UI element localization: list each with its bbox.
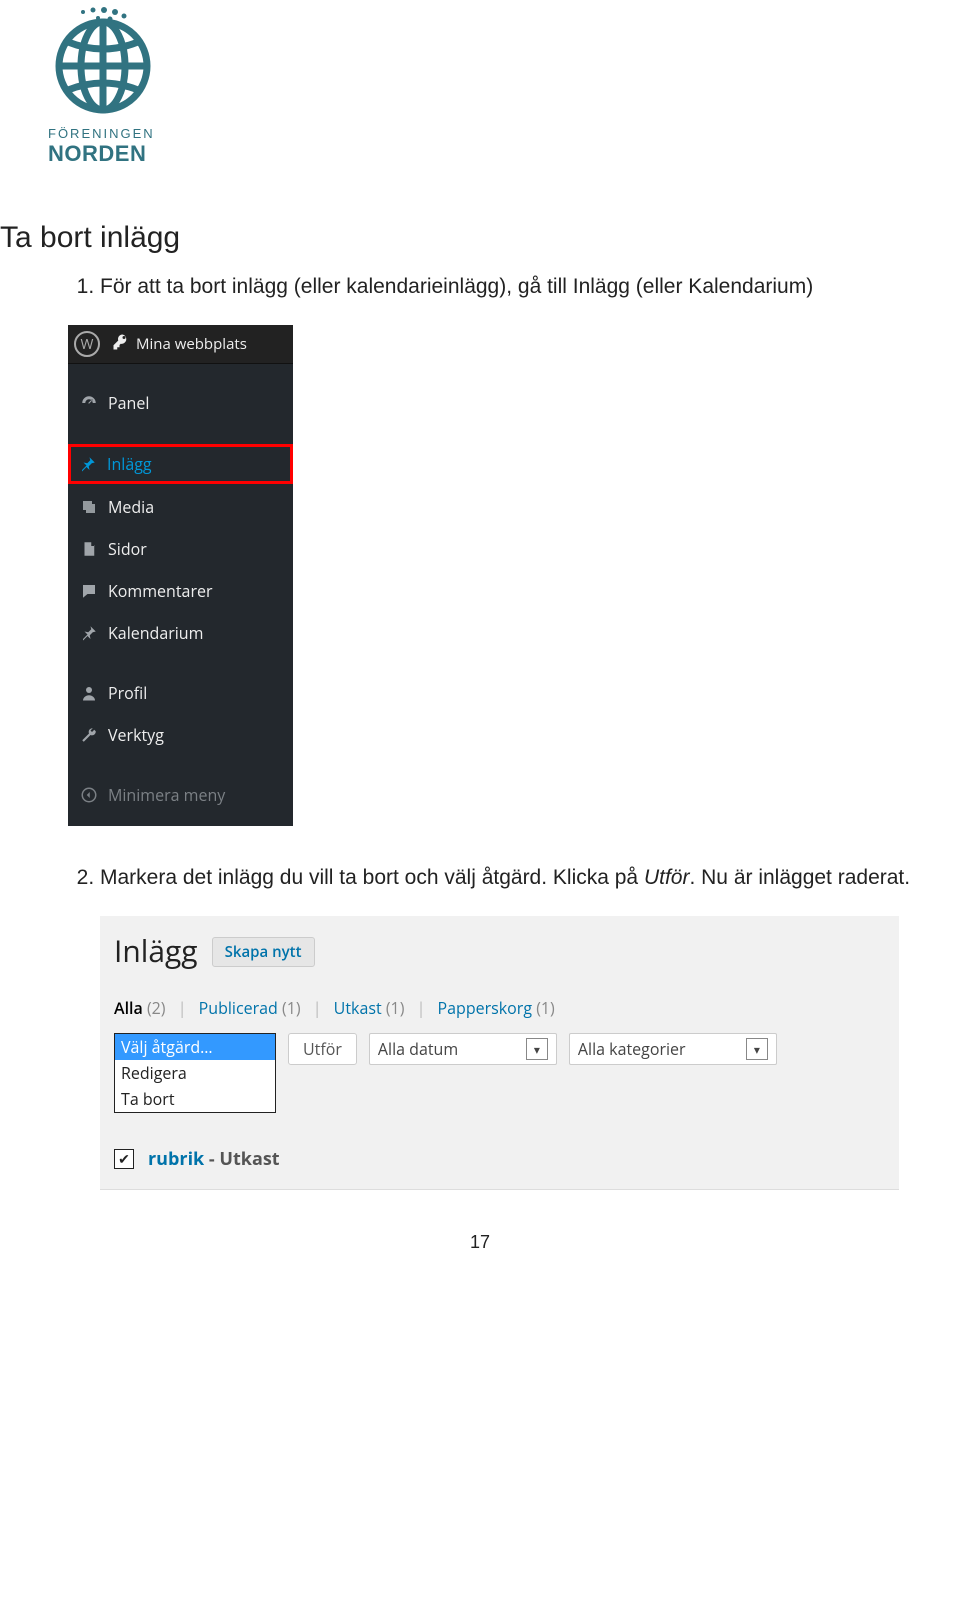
tab-papperskorg[interactable]: Papperskorg (1): [438, 997, 555, 1019]
post-name[interactable]: rubrik: [148, 1147, 204, 1171]
globe-icon: [48, 6, 158, 116]
dashboard-icon: [78, 394, 100, 412]
menu-sidor-label: Sidor: [108, 538, 147, 560]
menu-inlagg-highlighted[interactable]: Inlägg: [68, 444, 293, 484]
menu-media[interactable]: Media: [68, 486, 293, 528]
menu-verktyg[interactable]: Verktyg: [68, 714, 293, 756]
logo-text-line1: FÖRENINGEN: [48, 126, 960, 141]
key-icon: [112, 333, 130, 356]
topbar-label: Mina webbplats: [136, 334, 247, 354]
menu-panel-label: Panel: [108, 392, 149, 414]
posts-screenshot: Inlägg Skapa nytt Alla (2) | Publicerad …: [100, 916, 899, 1190]
option-ta-bort[interactable]: Ta bort: [115, 1086, 275, 1112]
menu-sidor[interactable]: Sidor: [68, 528, 293, 570]
menu-media-label: Media: [108, 496, 154, 518]
pages-icon: [78, 540, 100, 558]
posts-title: Inlägg: [114, 930, 198, 971]
chevron-down-icon: ▾: [746, 1038, 768, 1060]
wrench-icon: [78, 726, 100, 744]
bulk-action-dropdown[interactable]: Välj åtgärd… Redigera Ta bort: [114, 1033, 276, 1113]
menu-minimera[interactable]: Minimera meny: [68, 774, 293, 816]
menu-profil-label: Profil: [108, 682, 147, 704]
posts-tabs: Alla (2) | Publicerad (1) | Utkast (1) |…: [114, 997, 899, 1019]
menu-inlagg-label: Inlägg: [107, 453, 152, 475]
chevron-down-icon: ▾: [526, 1038, 548, 1060]
checkbox[interactable]: ✔: [114, 1149, 134, 1169]
menu-kalendarium-label: Kalendarium: [108, 622, 203, 644]
post-status: Utkast: [219, 1147, 279, 1171]
tab-utkast[interactable]: Utkast (1): [334, 997, 405, 1019]
comment-icon: [78, 582, 100, 600]
user-icon: [78, 684, 100, 702]
category-filter-select[interactable]: Alla kategorier ▾: [569, 1033, 777, 1065]
page-number: 17: [0, 1232, 960, 1253]
pushpin-icon: [78, 624, 100, 642]
wp-sidebar-screenshot: W Mina webbplats Panel Inlägg Media: [68, 325, 293, 826]
step-1: För att ta bort inlägg (eller kalendarie…: [100, 275, 960, 299]
new-post-button[interactable]: Skapa nytt: [212, 937, 315, 967]
tab-alla[interactable]: Alla (2): [114, 997, 166, 1019]
pushpin-icon: [77, 455, 99, 473]
logo-text-line2: NORDEN: [48, 141, 960, 167]
post-row[interactable]: ✔ rubrik - Utkast: [114, 1147, 899, 1171]
menu-profil[interactable]: Profil: [68, 672, 293, 714]
menu-panel[interactable]: Panel: [68, 382, 293, 424]
option-redigera[interactable]: Redigera: [115, 1060, 275, 1086]
menu-minimera-label: Minimera meny: [108, 784, 225, 806]
section-heading: Ta bort inlägg: [0, 221, 960, 255]
menu-verktyg-label: Verktyg: [108, 724, 164, 746]
collapse-icon: [78, 786, 100, 804]
option-valj-atgard[interactable]: Välj åtgärd…: [115, 1034, 275, 1060]
menu-kommentarer[interactable]: Kommentarer: [68, 570, 293, 612]
media-icon: [78, 498, 100, 516]
tab-publicerad[interactable]: Publicerad (1): [199, 997, 301, 1019]
logo: FÖRENINGEN NORDEN: [0, 6, 960, 167]
wordpress-icon: W: [74, 331, 100, 357]
step-2: Markera det inlägg du vill ta bort och v…: [100, 866, 960, 890]
apply-button[interactable]: Utför: [288, 1033, 357, 1065]
menu-kalendarium[interactable]: Kalendarium: [68, 612, 293, 654]
menu-kommentarer-label: Kommentarer: [108, 580, 213, 602]
date-filter-select[interactable]: Alla datum ▾: [369, 1033, 557, 1065]
wp-topbar[interactable]: W Mina webbplats: [68, 325, 293, 364]
